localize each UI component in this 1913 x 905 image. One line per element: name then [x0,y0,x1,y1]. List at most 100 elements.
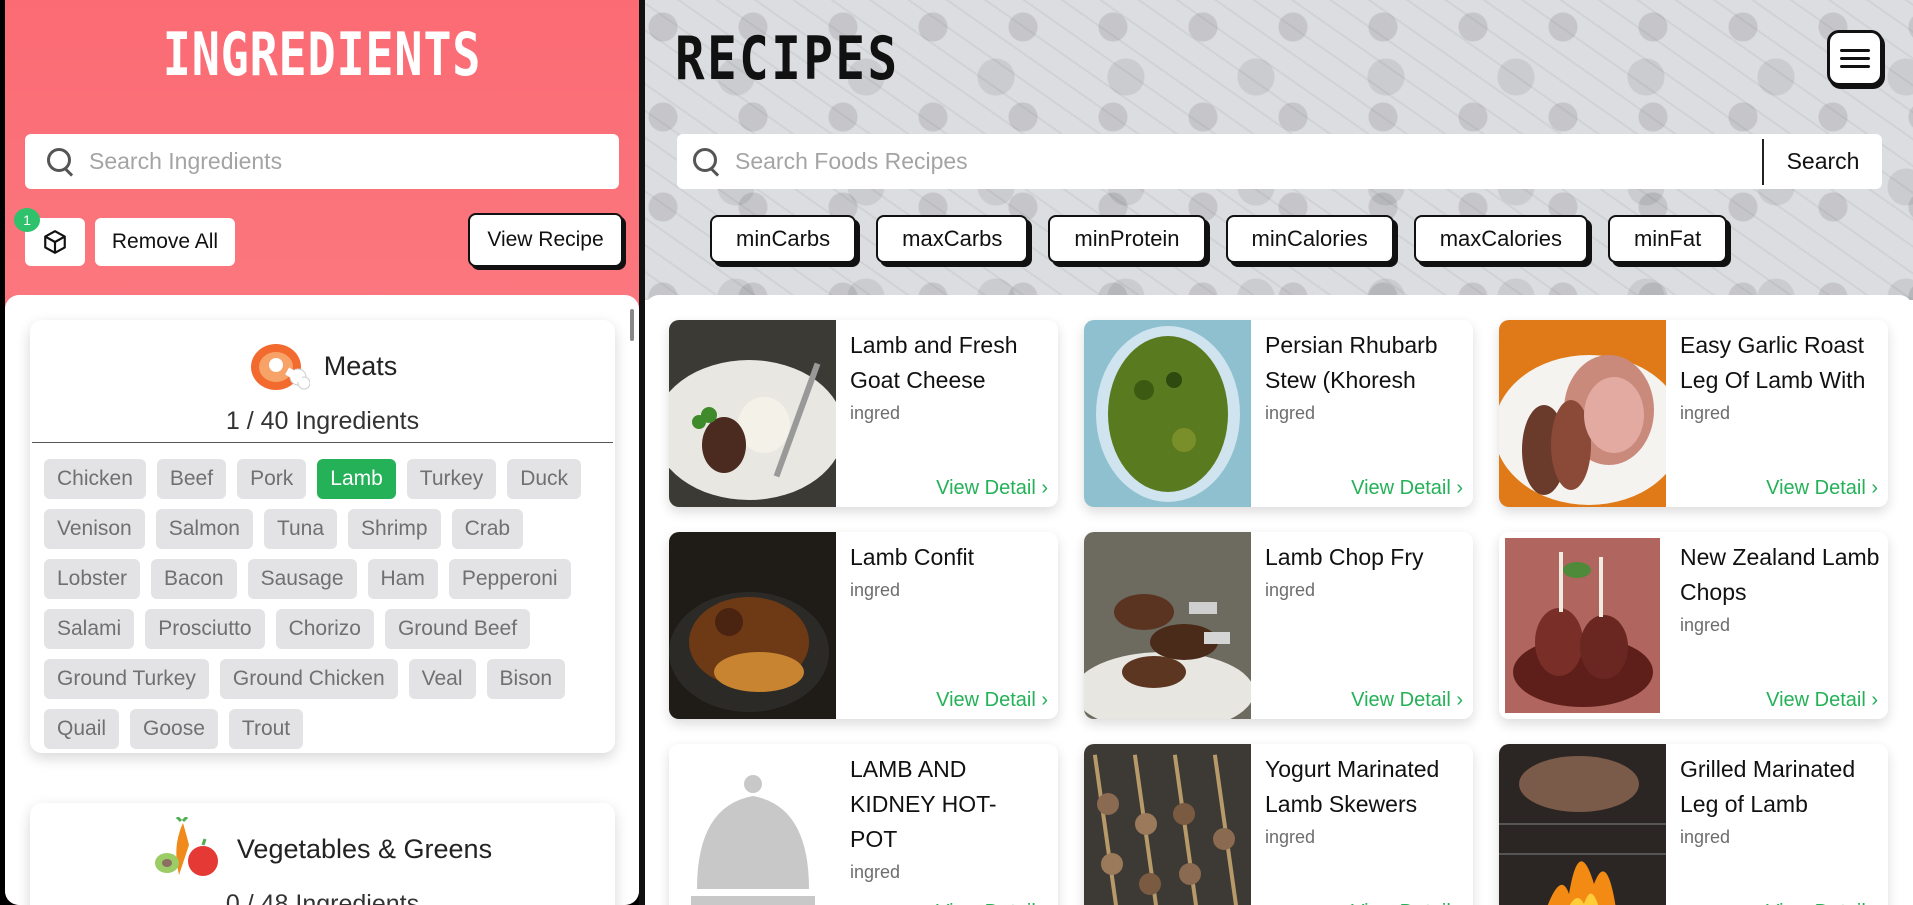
ingredient-chip[interactable]: Ham [367,559,438,599]
recipe-image[interactable] [669,320,836,507]
recipe-results: Lamb and Fresh Goat Cheese ingred View Det… [645,295,1913,905]
search-icon [691,146,723,178]
ingredient-chip[interactable]: Bison [486,659,566,699]
menu-bar [1840,64,1870,68]
ingredient-chip[interactable]: Turkey [406,459,497,499]
recipe-title[interactable]: Lamb and Fresh Goat Cheese [850,332,1017,393]
recipe-title[interactable]: Easy Garlic Roast Leg Of Lamb With [1680,332,1865,393]
category-card-vegetables: Vegetables & Greens 0 / 48 Ingredients [30,803,615,905]
recipe-card[interactable]: New Zealand Lamb Chops ingred View Detail … [1499,532,1888,719]
filter-button-mincarbs[interactable]: minCarbs [710,215,857,263]
recipe-image[interactable] [1499,532,1666,719]
recipe-title-block: New Zealand Lamb Chops ingred [1680,540,1880,638]
filter-button-minprotein[interactable]: minProtein [1048,215,1206,263]
recipe-title[interactable]: LAMB AND KIDNEY HOT- POT [850,756,997,852]
remove-all-button[interactable]: Remove All [95,218,235,266]
ingredient-chip[interactable]: Veal [408,659,476,699]
ingredient-chip[interactable]: Sausage [247,559,357,599]
recipe-ingredients-label: ingred [1265,580,1316,600]
ingredient-chip[interactable]: Crab [451,509,524,549]
recipe-image[interactable] [1499,744,1666,905]
recipe-title-block: Yogurt Marinated Lamb Skewers ingred [1265,752,1465,850]
search-button[interactable]: Search [1764,134,1882,189]
ingredient-chip[interactable]: Goose [130,709,218,749]
ingredient-chip[interactable]: Chicken [44,459,146,499]
view-detail-link[interactable]: View Detail › [1351,901,1463,905]
recipe-title[interactable]: Persian Rhubarb Stew (Khoresh [1265,332,1438,393]
recipe-image[interactable] [1499,320,1666,507]
view-detail-link[interactable]: View Detail › [936,689,1048,712]
category-card-meats: Meats 1 / 40 Ingredients Chicken Beef Pork… [30,320,615,753]
recipe-ingredients-label: ingred [1680,827,1731,847]
recipe-title[interactable]: Lamb Confit [850,544,974,570]
ingredient-chip[interactable]: Bacon [151,559,237,599]
recipe-card[interactable]: LAMB AND KIDNEY HOT- POT ingred View Detai… [669,744,1058,905]
recipe-card[interactable]: Grilled Marinated Leg of Lamb ingred View … [1499,744,1888,905]
filter-button-maxcalories[interactable]: maxCalories [1413,215,1588,263]
ingredient-chip[interactable]: Salami [44,609,135,649]
view-detail-link[interactable]: View Detail › [936,901,1048,905]
ingredient-chip[interactable]: Lamb [317,459,396,499]
recipe-image[interactable] [669,744,836,905]
recipe-title[interactable]: Grilled Marinated Leg of Lamb [1680,756,1855,817]
ingredient-chip[interactable]: Quail [44,709,120,749]
recipe-card[interactable]: Persian Rhubarb Stew (Khoresh ingred View … [1084,320,1473,507]
ingredient-categories-list[interactable]: Meats 1 / 40 Ingredients Chicken Beef Pork… [5,295,639,905]
ingredient-chip[interactable]: Chorizo [275,609,374,649]
ingredient-chip[interactable]: Salmon [155,509,253,549]
ingredients-search-input[interactable] [89,148,619,175]
hamburger-menu-button[interactable] [1827,30,1883,86]
ingredient-chip[interactable]: Beef [156,459,227,499]
view-detail-link[interactable]: View Detail › [1766,689,1878,712]
recipe-title-block: Lamb Confit ingred [850,540,1050,603]
ingredient-chip[interactable]: Pepperoni [448,559,571,599]
scrollbar-thumb[interactable] [630,309,634,341]
recipe-card[interactable]: Lamb Chop Fry ingred View Detail › [1084,532,1473,719]
ingredient-chip[interactable]: Ground Chicken [219,659,398,699]
ingredient-chip[interactable]: Pork [237,459,307,499]
recipe-ingredients-label: ingred [850,403,901,423]
filter-button-minfat[interactable]: minFat [1607,215,1728,263]
recipe-card[interactable]: Lamb Confit ingred View Detail › [669,532,1058,719]
ingredient-chip[interactable]: Lobster [44,559,141,599]
recipe-title[interactable]: Yogurt Marinated Lamb Skewers [1265,756,1439,817]
recipe-card[interactable]: Yogurt Marinated Lamb Skewers ingred View … [1084,744,1473,905]
view-detail-link[interactable]: View Detail › [1766,901,1878,905]
meat-icon [250,344,310,390]
ingredients-panel: INGREDIENTS 1 Remove All View Recipe [5,0,639,905]
recipe-ingredients-label: ingred [1680,615,1731,635]
filter-button-mincalories[interactable]: minCalories [1225,215,1394,263]
ingredients-search-box[interactable] [25,134,619,189]
recipe-image[interactable] [1084,744,1251,905]
recipe-image[interactable] [1084,320,1251,507]
category-header[interactable]: Vegetables & Greens [30,803,615,883]
ingredient-chip[interactable]: Duck [507,459,582,499]
recipe-ingredients-label: ingred [1265,827,1316,847]
ingredient-chip[interactable]: Trout [228,709,304,749]
view-recipe-button[interactable]: View Recipe [468,213,623,267]
ingredient-chip[interactable]: Ground Turkey [44,659,209,699]
recipes-search-input[interactable] [735,148,1762,175]
view-detail-link[interactable]: View Detail › [1351,689,1463,712]
view-detail-link[interactable]: View Detail › [1351,477,1463,500]
recipes-search-box[interactable]: Search [677,134,1882,189]
recipe-title[interactable]: Lamb Chop Fry [1265,544,1424,570]
view-detail-link[interactable]: View Detail › [1766,477,1878,500]
ingredient-chip[interactable]: Ground Beef [384,609,531,649]
selected-count-badge: 1 [14,208,40,232]
category-name: Meats [323,350,398,381]
recipe-title[interactable]: New Zealand Lamb Chops [1680,544,1879,605]
recipe-image[interactable] [1084,532,1251,719]
category-header[interactable]: Meats [30,320,615,400]
recipe-card[interactable]: Lamb and Fresh Goat Cheese ingred View Det… [669,320,1058,507]
ingredient-chip[interactable]: Prosciutto [145,609,265,649]
ingredient-chip[interactable]: Shrimp [348,509,441,549]
recipe-image[interactable] [669,532,836,719]
recipes-panel: RECIPES Search minCarbs maxCarbs minProtei… [645,0,1913,905]
recipe-card[interactable]: Easy Garlic Roast Leg Of Lamb With ingred… [1499,320,1888,507]
ingredient-chip[interactable]: Tuna [263,509,338,549]
vegetables-icon [154,817,218,876]
view-detail-link[interactable]: View Detail › [936,477,1048,500]
filter-button-maxcarbs[interactable]: maxCarbs [876,215,1029,263]
ingredient-chip[interactable]: Venison [44,509,145,549]
